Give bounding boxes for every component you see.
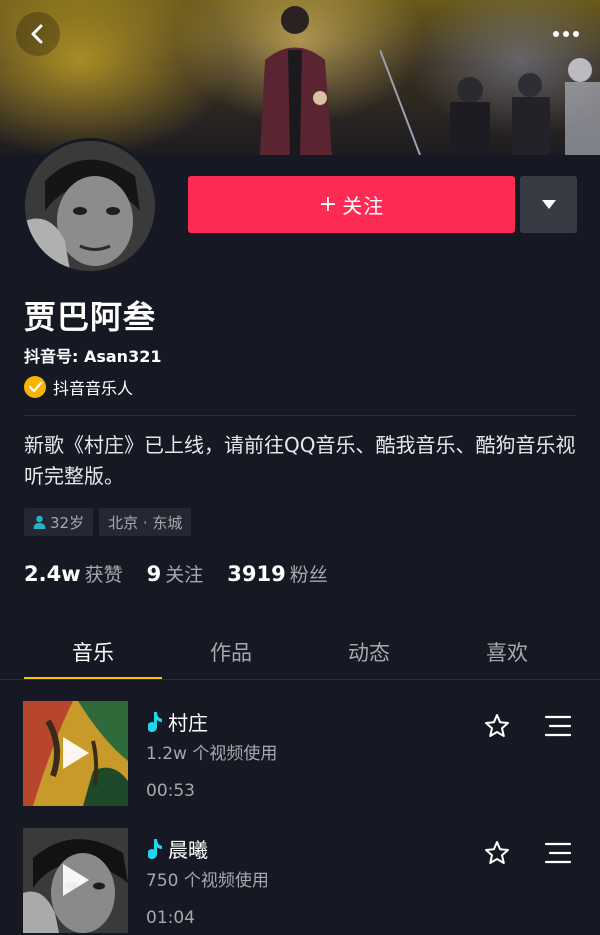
follow-label: 关注 bbox=[342, 194, 385, 218]
triangle-down-icon bbox=[541, 200, 556, 209]
following-count: 9 bbox=[146, 562, 162, 586]
profile-tags: 32岁 北京 · 东城 bbox=[24, 508, 192, 536]
track-duration: 00:53 bbox=[146, 781, 195, 801]
likes-label: 获赞 bbox=[84, 564, 123, 586]
following-stat[interactable]: 9 关注 bbox=[147, 560, 204, 587]
play-icon[interactable] bbox=[61, 735, 91, 771]
list-item[interactable]: 晨曦 750 个视频使用 01:04 bbox=[0, 828, 600, 935]
profile-banner bbox=[0, 0, 600, 155]
followers-label: 粉丝 bbox=[289, 564, 328, 586]
tab-works[interactable]: 作品 bbox=[162, 624, 300, 680]
avatar[interactable] bbox=[22, 138, 158, 274]
track-cover[interactable] bbox=[23, 701, 128, 806]
tabs-divider bbox=[0, 679, 600, 680]
tab-activity[interactable]: 动态 bbox=[300, 624, 438, 680]
person-icon bbox=[33, 515, 46, 529]
banner-band-image bbox=[380, 50, 600, 155]
likes-count: 2.4w bbox=[24, 562, 81, 586]
followers-stat[interactable]: 3919 粉丝 bbox=[227, 560, 327, 587]
age-tag: 32岁 bbox=[24, 508, 94, 536]
location-label: 北京 · 东城 bbox=[108, 513, 183, 532]
avatar-image bbox=[25, 141, 155, 271]
play-icon[interactable] bbox=[61, 862, 91, 898]
track-usage: 1.2w 个视频使用 bbox=[146, 744, 278, 764]
playlist-menu-icon[interactable] bbox=[545, 715, 571, 737]
music-note-icon bbox=[148, 838, 162, 859]
verification-badge[interactable]: 抖音音乐人 bbox=[24, 375, 133, 399]
ellipsis-icon bbox=[553, 31, 579, 37]
track-title-label: 村庄 bbox=[168, 711, 208, 735]
profile-tabs: 音乐 作品 动态 喜欢 bbox=[24, 624, 576, 680]
likes-stat[interactable]: 2.4w 获赞 bbox=[24, 560, 123, 587]
tab-likes[interactable]: 喜欢 bbox=[438, 624, 576, 680]
plus-icon: + bbox=[318, 192, 339, 217]
track-title: 村庄 bbox=[148, 707, 208, 736]
follow-button[interactable]: + 关注 bbox=[188, 176, 515, 233]
tab-music[interactable]: 音乐 bbox=[24, 624, 162, 680]
profile-stats: 2.4w 获赞 9 关注 3919 粉丝 bbox=[24, 560, 352, 587]
favorite-star-icon[interactable] bbox=[484, 713, 510, 739]
age-label: 32岁 bbox=[50, 513, 85, 532]
track-usage: 750 个视频使用 bbox=[146, 871, 269, 891]
divider bbox=[24, 415, 576, 416]
douyin-id: 抖音号: Asan321 bbox=[24, 347, 162, 366]
banner-singer-image bbox=[260, 6, 332, 155]
playlist-menu-icon[interactable] bbox=[545, 842, 571, 864]
more-button[interactable] bbox=[546, 14, 586, 54]
following-label: 关注 bbox=[165, 564, 204, 586]
track-title-label: 晨曦 bbox=[168, 838, 208, 862]
music-note-icon bbox=[148, 711, 162, 732]
badge-label: 抖音音乐人 bbox=[53, 379, 134, 398]
track-cover[interactable] bbox=[23, 828, 128, 933]
profile-bio: 新歌《村庄》已上线，请前往QQ音乐、酷我音乐、酷狗音乐视听完整版。 bbox=[24, 433, 576, 488]
followers-count: 3919 bbox=[227, 562, 286, 586]
chevron-left-icon bbox=[31, 24, 43, 44]
profile-name: 贾巴阿叁 bbox=[24, 298, 157, 336]
recommend-dropdown-button[interactable] bbox=[520, 176, 577, 233]
verified-check-icon bbox=[24, 376, 46, 398]
favorite-star-icon[interactable] bbox=[484, 840, 510, 866]
list-item[interactable]: 村庄 1.2w 个视频使用 00:53 bbox=[0, 701, 600, 811]
track-duration: 01:04 bbox=[146, 908, 195, 928]
location-tag: 北京 · 东城 bbox=[99, 508, 192, 536]
track-title: 晨曦 bbox=[148, 834, 208, 863]
back-button[interactable] bbox=[16, 12, 60, 56]
